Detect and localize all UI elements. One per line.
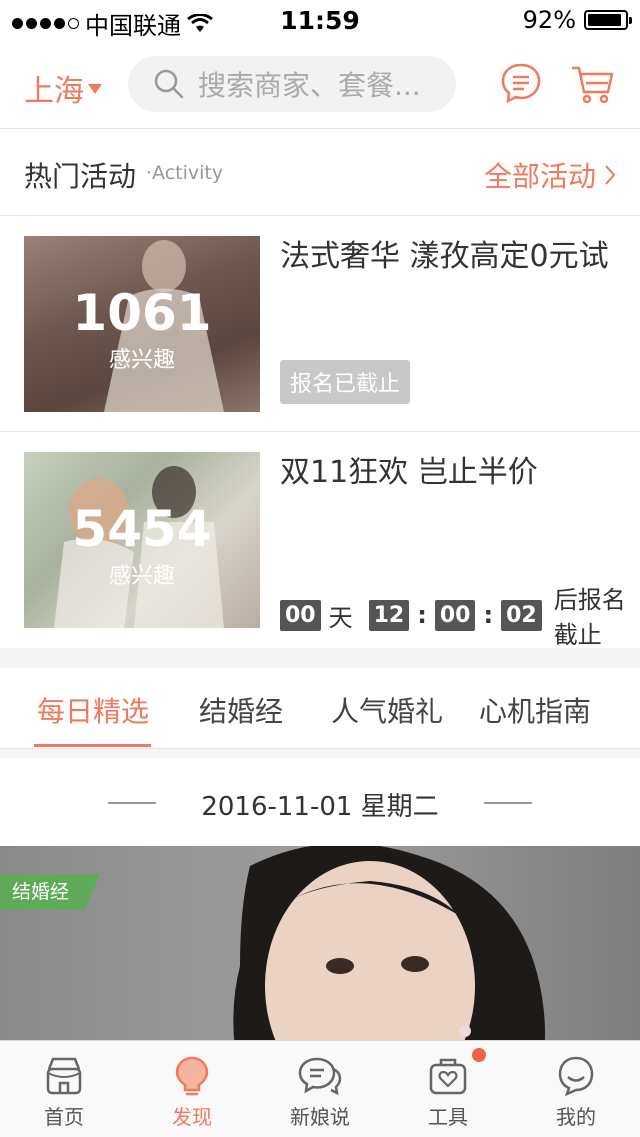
status-badge: 报名已截止 — [280, 360, 411, 404]
interest-label: 感兴趣 — [108, 564, 175, 589]
hot-activities-header: 热门活动 ·Activity 全部活动 — [0, 129, 640, 216]
countdown-separator: : — [417, 601, 427, 629]
category-tabs: 每日精选 结婚经 人气婚礼 心机指南 — [0, 668, 640, 749]
activity-card[interactable]: 1061 感兴趣 法式奢华 漾孜高定0元试 报名已截止 — [0, 216, 640, 432]
all-activities-link[interactable]: 全部活动 — [484, 155, 616, 195]
all-activities-label: 全部活动 — [483, 160, 596, 193]
city-selector[interactable]: 上海 — [24, 66, 102, 110]
nav-home[interactable]: 首页 — [0, 1041, 128, 1137]
countdown-minutes: 00 — [434, 599, 476, 631]
nav-label: 首页 — [44, 1105, 84, 1129]
top-header: 上海 搜索商家、套餐... — [0, 40, 640, 129]
nav-label: 工具 — [428, 1105, 468, 1129]
category-tag: 结婚经 — [0, 874, 100, 910]
divider — [484, 802, 532, 804]
nav-label: 发现 — [172, 1105, 212, 1129]
search-placeholder: 搜索商家、套餐... — [198, 69, 421, 102]
interest-count: 1061 — [72, 284, 212, 342]
section-subtitle: ·Activity — [146, 162, 224, 184]
countdown-suffix: 后报名截止 — [553, 586, 626, 649]
date-label: 2016-11-01 星期二 — [201, 792, 439, 822]
tab-guides[interactable]: 心机指南 — [479, 690, 591, 730]
activity-title: 法式奢华 漾孜高定0元试 — [280, 239, 609, 274]
search-input[interactable]: 搜索商家、套餐... — [128, 56, 456, 112]
search-icon — [154, 69, 184, 99]
countdown-hours: 12 — [368, 599, 410, 631]
activity-image: 5454 感兴趣 — [24, 452, 260, 628]
nav-mine[interactable]: 我的 — [512, 1041, 640, 1137]
countdown-days: 00 — [280, 599, 321, 631]
chat-icon — [298, 1057, 342, 1096]
activity-title: 双11狂欢 岂止半价 — [280, 455, 538, 490]
active-tab-indicator — [34, 744, 151, 747]
interest-count: 5454 — [72, 500, 212, 558]
countdown-day-unit: 天 — [328, 603, 353, 632]
city-label: 上海 — [24, 74, 84, 109]
tab-daily-picks[interactable]: 每日精选 — [37, 690, 149, 730]
toolbox-icon — [429, 1058, 467, 1095]
tab-marriage-tips[interactable]: 结婚经 — [199, 690, 283, 730]
countdown-separator: : — [483, 601, 494, 629]
profile-icon — [558, 1056, 594, 1097]
dropdown-triangle-icon — [88, 84, 102, 94]
status-bar: 中国联通 11:59 92% — [0, 0, 640, 40]
countdown: 00 天 12 : 00 : 02 后报名截止 — [280, 580, 640, 650]
date-header: 2016-11-01 星期二 — [0, 758, 640, 846]
nav-label: 我的 — [556, 1105, 596, 1129]
tab-popular-weddings[interactable]: 人气婚礼 — [331, 690, 443, 730]
activity-image: 1061 感兴趣 — [24, 236, 260, 412]
battery-status: 92% — [522, 6, 632, 34]
battery-percent: 92% — [522, 6, 576, 34]
nav-label: 新娘说 — [290, 1105, 350, 1129]
chevron-right-icon — [605, 165, 616, 185]
nav-bride-talk[interactable]: 新娘说 — [256, 1041, 384, 1137]
interest-label: 感兴趣 — [108, 348, 175, 373]
battery-icon — [584, 10, 632, 30]
cart-icon[interactable] — [570, 62, 614, 106]
nav-discover[interactable]: 发现 — [128, 1041, 256, 1137]
notification-dot — [472, 1048, 486, 1062]
nav-tools[interactable]: 工具 — [384, 1041, 512, 1137]
section-title: 热门活动 — [24, 160, 137, 193]
activity-card[interactable]: 5454 感兴趣 双11狂欢 岂止半价 00 天 12 : 00 : 02 后报… — [0, 432, 640, 650]
home-icon — [46, 1057, 82, 1095]
bulb-icon — [175, 1056, 209, 1096]
bottom-nav: 首页 发现 新娘说 工具 我的 — [0, 1040, 640, 1137]
countdown-seconds: 02 — [501, 599, 542, 631]
message-icon[interactable] — [500, 62, 542, 104]
